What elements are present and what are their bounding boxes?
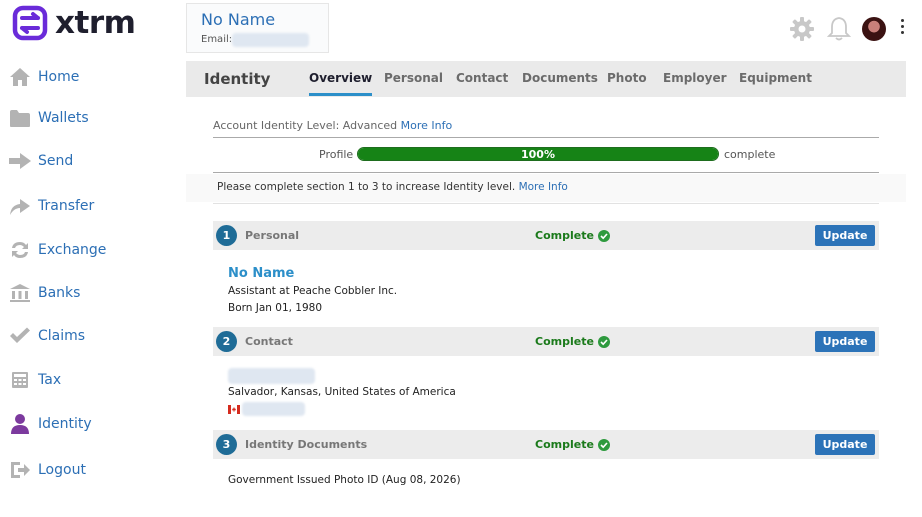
section-number: 2 — [216, 331, 237, 352]
brand-logo[interactable]: xtrm — [12, 5, 136, 41]
arrow-right-icon — [8, 149, 32, 173]
sidebar-item-logout[interactable]: Logout — [8, 455, 86, 485]
notice-line: Please complete section 1 to 3 to increa… — [217, 181, 568, 193]
identity-level-line: Account Identity Level: Advanced More In… — [213, 119, 452, 132]
check-circle-icon — [597, 438, 610, 451]
home-icon — [8, 65, 32, 89]
sidebar-item-identity[interactable]: Identity — [8, 409, 92, 439]
divider — [213, 137, 879, 138]
person-name: No Name — [228, 266, 295, 281]
avatar[interactable] — [862, 17, 886, 41]
section-identity-documents-header: 3 Identity Documents Complete Update — [213, 430, 879, 459]
sidebar-item-send[interactable]: Send — [8, 146, 73, 176]
sidebar-item-banks[interactable]: Banks — [8, 278, 80, 308]
status-badge: Complete — [535, 229, 610, 242]
address-line: Salvador, Kansas, United States of Ameri… — [228, 386, 456, 398]
exchange-icon — [8, 238, 32, 262]
employment-line: Assistant at Peache Cobbler Inc. — [228, 285, 398, 297]
sidebar-item-exchange[interactable]: Exchange — [8, 235, 106, 265]
birth-date-line: Born Jan 01, 1980 — [228, 302, 323, 314]
email-value-redacted — [232, 33, 309, 47]
person-icon — [8, 412, 32, 436]
sidebar-item-home[interactable]: Home — [8, 62, 79, 92]
tab-photo[interactable]: Photo — [607, 71, 647, 85]
user-name[interactable]: No Name — [201, 10, 275, 29]
profile-progress-bar: 100% — [357, 147, 719, 161]
tab-employer[interactable]: Employer — [663, 71, 727, 85]
more-info-link[interactable]: More Info — [401, 119, 453, 132]
tab-overview[interactable]: Overview — [309, 71, 373, 96]
divider — [213, 172, 879, 173]
folder-icon — [8, 106, 32, 130]
xtrm-logo-icon — [12, 5, 48, 41]
identity-level-text: Account Identity Level: Advanced — [213, 119, 398, 132]
section-number: 3 — [216, 434, 237, 455]
check-icon — [8, 324, 32, 348]
sidebar-item-tax[interactable]: Tax — [8, 365, 61, 395]
notice-text: Please complete section 1 to 3 to increa… — [217, 181, 516, 193]
update-personal-button[interactable]: Update — [815, 225, 875, 246]
sidebar-item-claims[interactable]: Claims — [8, 321, 85, 351]
document-line: Government Issued Photo ID (Aug 08, 2026… — [228, 474, 461, 486]
section-title: Personal — [245, 229, 300, 242]
brand-name: xtrm — [55, 5, 136, 41]
check-circle-icon — [597, 229, 610, 242]
check-circle-icon — [597, 335, 610, 348]
user-summary: No Name Email: — [186, 3, 329, 53]
bank-icon — [8, 281, 32, 305]
bell-icon[interactable] — [826, 16, 852, 42]
section-number: 1 — [216, 225, 237, 246]
status-badge: Complete — [535, 438, 610, 451]
kebab-menu-icon[interactable] — [898, 19, 906, 39]
update-contact-button[interactable]: Update — [815, 331, 875, 352]
phone-redacted — [242, 402, 305, 416]
logout-icon — [8, 458, 32, 482]
tab-contact[interactable]: Contact — [456, 71, 508, 85]
gear-icon[interactable] — [789, 16, 815, 42]
page-title: Identity — [204, 70, 271, 88]
section-contact-header: 2 Contact Complete Update — [213, 327, 879, 356]
identity-notice: Please complete section 1 to 3 to increa… — [186, 174, 906, 202]
transfer-icon — [8, 194, 32, 218]
status-badge: Complete — [535, 335, 610, 348]
profile-label: Profile — [319, 148, 354, 161]
address-line-redacted — [228, 368, 315, 384]
complete-label: complete — [724, 148, 776, 161]
email-label: Email: — [201, 34, 233, 45]
canada-flag-icon — [228, 405, 240, 414]
notice-more-info-link[interactable]: More Info — [519, 181, 568, 193]
update-identity-documents-button[interactable]: Update — [815, 434, 875, 455]
sidebar-item-transfer[interactable]: Transfer — [8, 191, 94, 221]
identity-tabbar: Identity Overview Personal Contact Docum… — [186, 61, 906, 97]
sidebar-item-wallets[interactable]: Wallets — [8, 103, 89, 133]
section-title: Contact — [245, 335, 293, 348]
profile-progress-text: 100% — [521, 148, 555, 161]
tab-documents[interactable]: Documents — [522, 71, 598, 85]
tab-personal[interactable]: Personal — [384, 71, 443, 85]
section-title: Identity Documents — [245, 438, 368, 451]
calculator-icon — [8, 368, 32, 392]
section-personal-header: 1 Personal Complete Update — [213, 221, 879, 250]
tab-equipment[interactable]: Equipment — [739, 71, 812, 85]
divider — [213, 203, 879, 204]
